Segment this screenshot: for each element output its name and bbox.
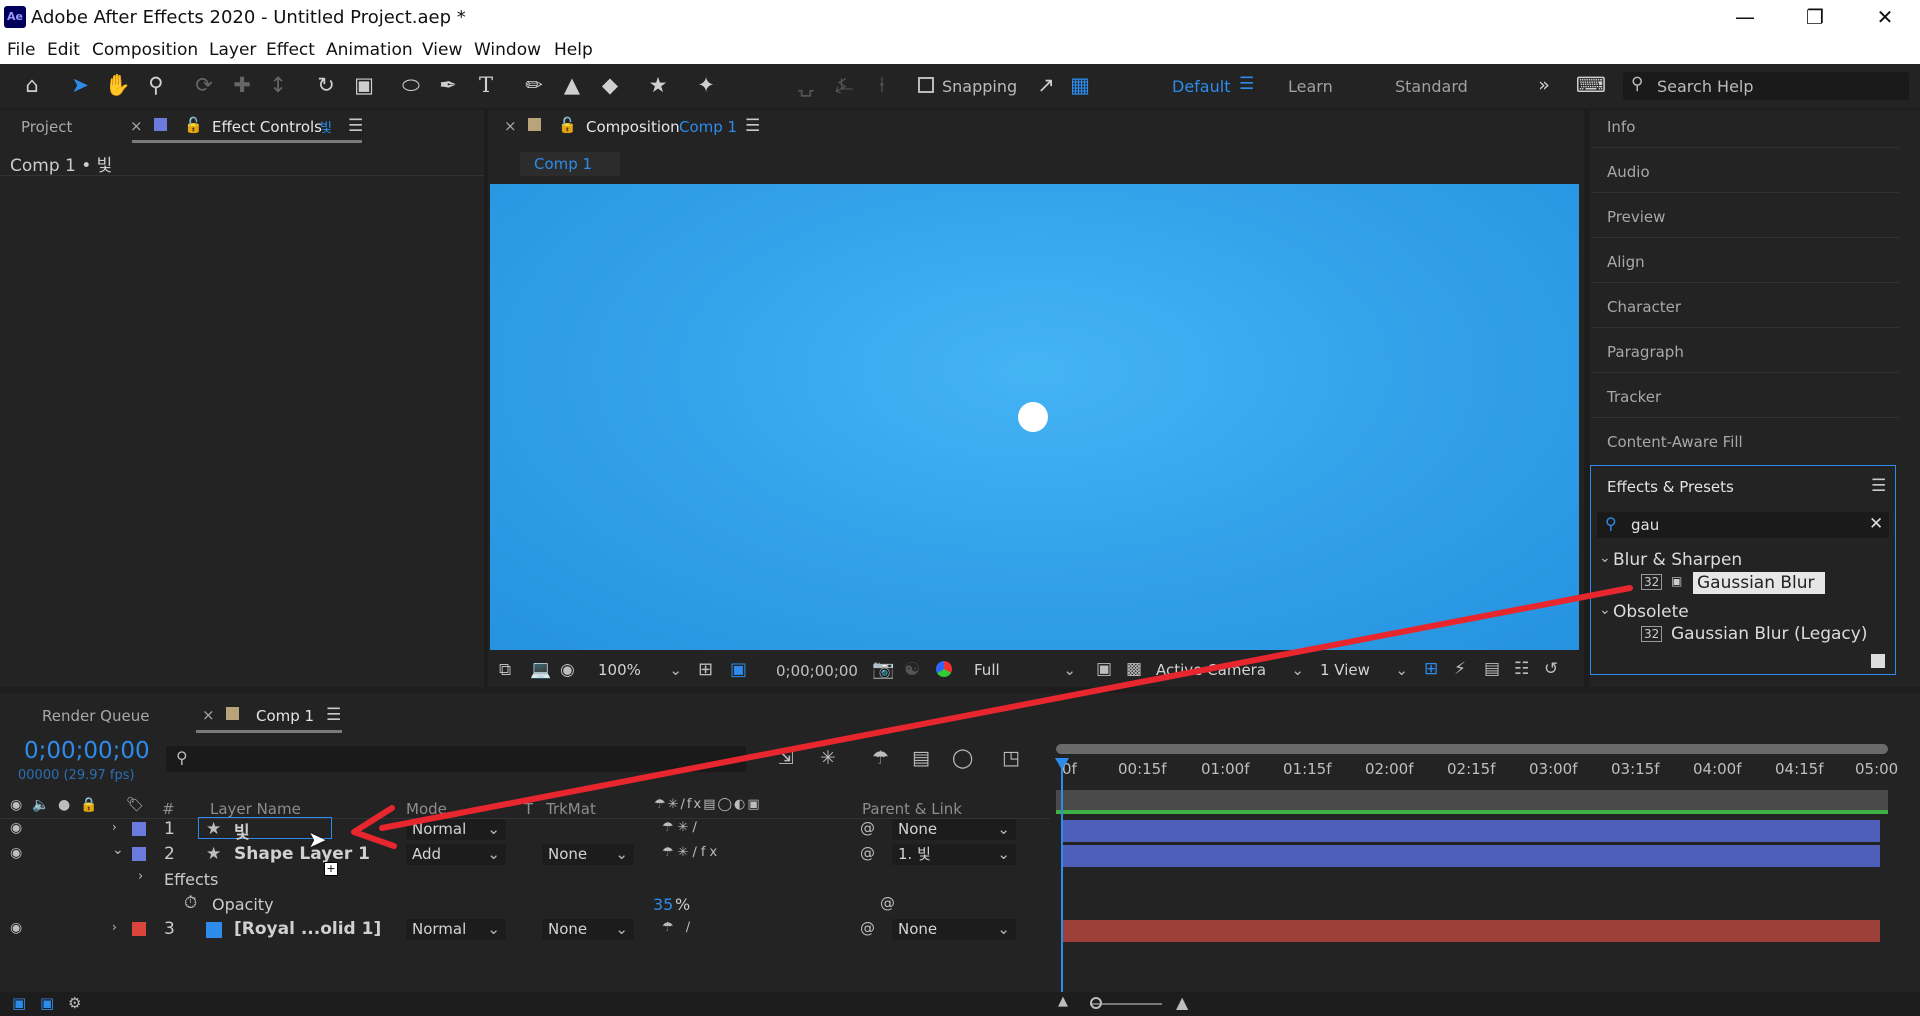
drag-annotation-arrow [351, 585, 1633, 849]
mouse-cursor-icon: ➤ [308, 828, 327, 853]
drop-plus-icon: + [324, 862, 338, 876]
